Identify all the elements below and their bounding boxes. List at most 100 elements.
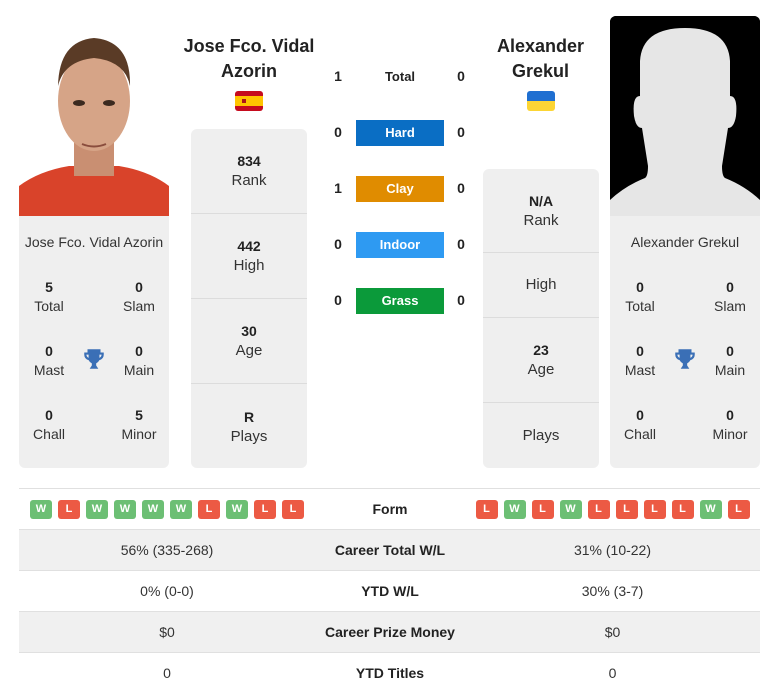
career-wl-right: 31% (10-22) (573, 542, 652, 558)
titles-main: 0 Main (700, 342, 760, 380)
form-win-badge[interactable]: W (503, 499, 526, 519)
titles-main-label: Main (123, 362, 155, 378)
form-left: WLWWWWLWLL (19, 499, 315, 519)
stat-age-value: 30 (241, 323, 257, 339)
form-right: LWLWLLLLWL (465, 499, 760, 519)
form-loss-badge[interactable]: L (671, 499, 694, 519)
stat-age-label: Age (527, 361, 555, 378)
titles-chall-label: Chall (33, 426, 65, 442)
form-win-badge[interactable]: W (30, 499, 52, 519)
form-loss-badge[interactable]: L (58, 499, 80, 519)
form-loss-badge[interactable]: L (198, 499, 220, 519)
stat-rank-label: Rank (523, 211, 559, 229)
player-left-name[interactable]: Jose Fco. Vidal Azorin (180, 34, 318, 84)
prize-money-label: Career Prize Money (325, 624, 455, 640)
stat-plays: R Plays (191, 384, 307, 469)
surface-indoor-badge[interactable]: Indoor (356, 232, 444, 258)
titles-mast: 0 Mast (19, 342, 79, 380)
player-right-photo (610, 16, 760, 216)
titles-total: 0 Total (610, 278, 670, 316)
titles-mast-label: Mast (624, 362, 656, 378)
h2h-clay: 1 Clay 0 (325, 176, 475, 202)
prize-money-right: $0 (604, 624, 621, 640)
titles-mast: 0 Mast (610, 342, 670, 380)
ytd-wl-left: 0% (0-0) (140, 583, 194, 599)
titles-main: 0 Main (109, 342, 169, 380)
form-loss-badge[interactable]: L (282, 499, 304, 519)
form-win-badge[interactable]: W (114, 499, 136, 519)
stat-rank-label: Rank (231, 172, 267, 189)
form-label: Form (372, 501, 408, 517)
titles-minor-label: Minor (121, 426, 157, 442)
titles-slam-label: Slam (714, 298, 746, 314)
trophy-icon (84, 349, 104, 369)
form-win-badge[interactable]: W (226, 499, 248, 519)
form-loss-badge[interactable]: L (727, 499, 750, 519)
titles-minor-label: Minor (712, 426, 748, 442)
stat-age: 30 Age (191, 299, 307, 384)
form-left-badges: WLWWWWLWLL (19, 499, 315, 519)
h2h-total-label: Total (384, 69, 416, 84)
form-loss-badge[interactable]: L (475, 499, 498, 519)
h2h-hard-left: 0 (334, 124, 342, 140)
titles-minor: 0 Minor (700, 406, 760, 444)
h2h-indoor-left: 0 (334, 236, 342, 252)
career-wl-left: 56% (335-268) (120, 542, 214, 558)
h2h-grass-right: 0 (457, 292, 465, 308)
player-right-name[interactable]: Alexander Grekul (478, 34, 603, 84)
titles-total-label: Total (34, 298, 64, 314)
stat-age-label: Age (235, 342, 263, 359)
form-loss-badge[interactable]: L (587, 499, 610, 519)
form-loss-badge[interactable]: L (531, 499, 554, 519)
h2h-clay-right: 0 (457, 180, 465, 196)
stat-rank-value: N/A (528, 192, 554, 209)
stat-high-label: High (233, 257, 265, 274)
stat-high-value: 442 (237, 238, 261, 254)
player-left-stats: 834 Rank 442 High 30 Age R Plays (191, 129, 307, 468)
stat-rank: N/A Rank (483, 169, 599, 253)
ukraine-flag-icon (527, 91, 555, 111)
titles-mast-value: 0 (45, 343, 53, 359)
form-win-badge[interactable]: W (170, 499, 192, 519)
stat-plays: Plays (483, 403, 599, 468)
h2h-grass-left: 0 (334, 292, 342, 308)
table-row: 0% (0-0) YTD W/L 30% (3-7) (19, 570, 760, 611)
form-loss-badge[interactable]: L (615, 499, 638, 519)
form-loss-badge[interactable]: L (254, 499, 276, 519)
titles-chall-value: 0 (636, 407, 644, 423)
form-row: WLWWWWLWLL Form LWLWLLLLWL (19, 488, 760, 529)
stat-plays-label: Plays (522, 426, 560, 444)
table-row: 56% (335-268) Career Total W/L 31% (10-2… (19, 529, 760, 570)
surface-clay-badge[interactable]: Clay (356, 176, 444, 202)
titles-total: 5 Total (19, 278, 79, 316)
player-right-card-name: Alexander Grekul (630, 234, 740, 250)
titles-chall-value: 0 (45, 407, 53, 423)
form-win-badge[interactable]: W (142, 499, 164, 519)
h2h-total-right: 0 (457, 68, 465, 84)
stat-rank: 834 Rank (191, 129, 307, 214)
career-wl-label: Career Total W/L (334, 542, 446, 558)
form-right-badges: LWLWLLLLWL (465, 499, 760, 519)
stat-age: 23 Age (483, 318, 599, 403)
player-right-stats: N/A Rank High 23 Age Plays (483, 169, 599, 468)
stat-high: 442 High (191, 214, 307, 299)
surface-hard-badge[interactable]: Hard (356, 120, 444, 146)
stat-high: High (483, 253, 599, 318)
surface-grass-badge[interactable]: Grass (356, 288, 444, 314)
titles-total-value: 5 (45, 279, 53, 295)
player-left-card-name: Jose Fco. Vidal Azorin (24, 234, 164, 250)
stat-high-label: High (525, 276, 557, 293)
titles-slam-label: Slam (123, 298, 155, 314)
titles-minor-value: 5 (135, 407, 143, 423)
form-loss-badge[interactable]: L (643, 499, 666, 519)
prize-money-left: $0 (159, 624, 175, 640)
h2h-hard-right: 0 (457, 124, 465, 140)
spain-flag-icon (235, 91, 263, 111)
form-win-badge[interactable]: W (559, 499, 582, 519)
titles-slam-value: 0 (135, 279, 143, 295)
ytd-titles-label: YTD Titles (355, 665, 425, 681)
h2h-total: 1 Total 0 (325, 64, 475, 90)
form-win-badge[interactable]: W (699, 499, 722, 519)
h2h-indoor: 0 Indoor 0 (325, 232, 475, 258)
form-win-badge[interactable]: W (86, 499, 108, 519)
